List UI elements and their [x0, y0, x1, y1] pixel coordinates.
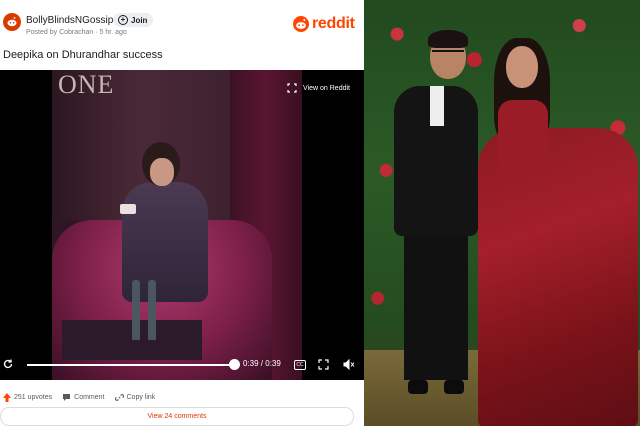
expand-icon — [287, 83, 297, 93]
view-on-reddit-link[interactable]: View on Reddit — [287, 83, 350, 93]
upvote-button[interactable]: 251 upvotes — [3, 393, 52, 402]
bottle — [148, 280, 156, 340]
teacup — [120, 204, 136, 214]
link-icon — [114, 394, 124, 401]
bodice — [498, 100, 548, 170]
pants — [404, 230, 468, 380]
upvote-count: 251 upvotes — [14, 394, 53, 401]
man-in-tuxedo — [386, 30, 486, 420]
post-meta: Posted by Cobrachan · 5 hr. ago — [26, 29, 127, 36]
plus-icon: + — [118, 15, 128, 25]
post-title[interactable]: Deepika on Dhurandhar success — [3, 49, 163, 61]
comment-label: Comment — [74, 394, 105, 401]
comment-button[interactable]: Comment — [62, 393, 105, 402]
couple-photo — [364, 0, 640, 426]
shirt — [430, 86, 444, 126]
reddit-embed-card: BollyBlindsNGossip + Join Posted by Cobr… — [0, 0, 364, 426]
post-header: BollyBlindsNGossip + Join Posted by Cobr… — [0, 0, 364, 40]
seek-bar[interactable] — [27, 364, 235, 366]
video-frame: ONE — [52, 70, 302, 380]
reddit-alien-icon — [7, 17, 17, 27]
upvote-icon — [3, 393, 11, 402]
captions-label: CC — [296, 362, 304, 368]
reddit-logo-icon — [293, 16, 309, 32]
view-comments-button[interactable]: View 24 comments — [0, 407, 354, 426]
time-readout: 0:39 / 0:39 — [243, 359, 281, 368]
shoe — [444, 380, 464, 394]
glasses — [432, 50, 464, 60]
shoe — [408, 380, 428, 394]
hair — [428, 30, 468, 48]
copy-link-button[interactable]: Copy link — [114, 393, 156, 402]
subreddit-name[interactable]: BollyBlindsNGossip — [26, 15, 113, 26]
subreddit-avatar[interactable] — [3, 13, 21, 31]
comment-icon — [63, 394, 71, 401]
captions-button[interactable]: CC — [294, 360, 306, 370]
woman-in-red-gown — [472, 38, 640, 426]
reddit-logo[interactable]: reddit — [293, 16, 355, 32]
join-label: Join — [131, 15, 148, 25]
join-button[interactable]: + Join — [113, 13, 154, 27]
face — [150, 158, 174, 186]
seek-handle[interactable] — [229, 359, 240, 370]
replay-icon[interactable] — [2, 358, 14, 370]
backdrop-text: ONE — [58, 70, 115, 99]
bottle — [132, 280, 140, 340]
head — [506, 46, 538, 88]
post-actions: 251 upvotes Comment Copy link — [3, 393, 155, 402]
fullscreen-icon[interactable] — [318, 359, 329, 370]
video-player[interactable]: ONE View on Reddit 0:39 / 0:39 CC — [0, 70, 364, 380]
mute-icon[interactable] — [343, 359, 355, 370]
reddit-wordmark: reddit — [312, 15, 355, 32]
copy-link-label: Copy link — [126, 394, 156, 401]
view-on-reddit-label: View on Reddit — [303, 84, 350, 92]
gown — [478, 128, 638, 426]
